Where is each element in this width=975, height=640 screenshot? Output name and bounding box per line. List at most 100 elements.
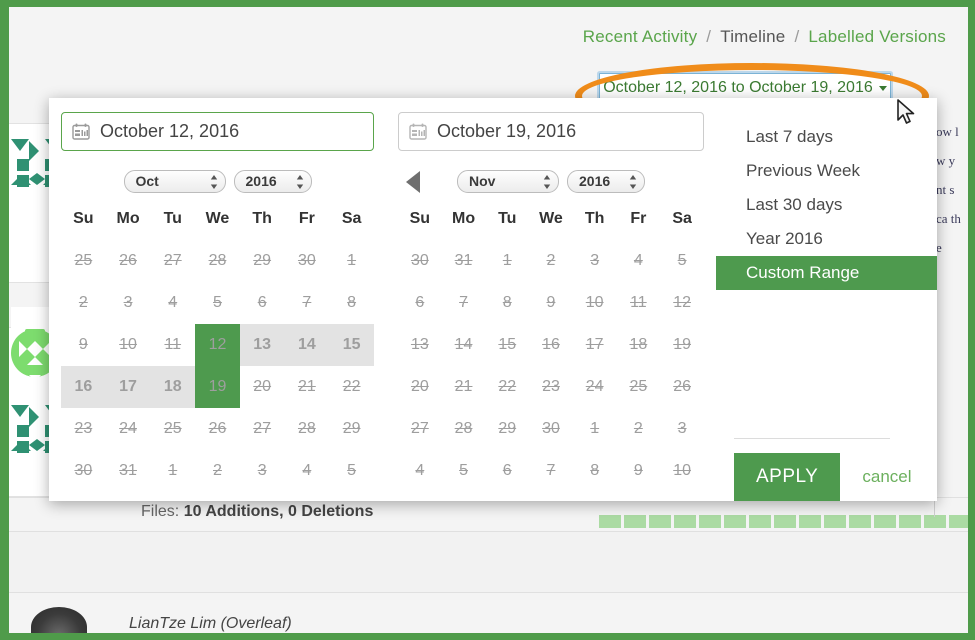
calendar-day-cell[interactable]: 18 — [150, 366, 196, 408]
calendar-day-cell[interactable]: 3 — [106, 282, 151, 324]
calendar-day-cell[interactable]: 31 — [442, 240, 486, 282]
calendar-day-cell[interactable]: 23 — [529, 366, 573, 408]
calendar-day-cell[interactable]: 13 — [239, 324, 285, 366]
calendar-day-cell[interactable]: 4 — [150, 282, 195, 324]
calendar-day-cell[interactable]: 20 — [240, 366, 285, 408]
calendar-day-cell[interactable]: 16 — [529, 324, 573, 366]
calendar-day-cell[interactable]: 18 — [617, 324, 661, 366]
calendar-day-cell[interactable]: 4 — [617, 240, 661, 282]
left-month-select[interactable]: Oct — [123, 169, 226, 193]
calendar-day-cell[interactable]: 10 — [660, 450, 704, 492]
calendar-day-cell[interactable]: 5 — [442, 450, 486, 492]
calendar-day-cell[interactable]: 4 — [285, 450, 330, 492]
calendar-day-cell[interactable]: 19 — [660, 324, 704, 366]
right-year-select[interactable]: 2016 — [567, 169, 645, 193]
triangle-left-icon[interactable] — [406, 171, 420, 193]
calendar-day-cell[interactable]: 21 — [442, 366, 486, 408]
calendar-day-cell[interactable]: 31 — [106, 450, 151, 492]
calendar-day-cell[interactable]: 6 — [398, 282, 442, 324]
calendar-day-cell[interactable]: 5 — [329, 450, 374, 492]
preset-range-year-2016[interactable]: Year 2016 — [716, 222, 937, 256]
calendar-day-cell[interactable]: 15 — [485, 324, 529, 366]
calendar-day-cell[interactable]: 24 — [106, 408, 151, 450]
calendar-day-cell[interactable]: 14 — [442, 324, 486, 366]
calendar-day-cell[interactable]: 6 — [240, 282, 285, 324]
calendar-day-cell[interactable]: 2 — [529, 240, 573, 282]
calendar-day-cell[interactable]: 11 — [617, 282, 661, 324]
preset-range-previous-week[interactable]: Previous Week — [716, 154, 937, 188]
calendar-day-cell[interactable]: 1 — [329, 240, 374, 282]
calendar-day-cell[interactable]: 1 — [485, 240, 529, 282]
right-calendar-grid[interactable]: Su Mo Tu We Th Fr Sa 30 31 1 2 3 4 5 6 7 8 9 10 11 12 13 14 15 1… — [398, 204, 704, 492]
calendar-day-cell[interactable]: 13 — [398, 324, 442, 366]
calendar-day-cell[interactable]: 20 — [398, 366, 442, 408]
calendar-day-cell[interactable]: 29 — [329, 408, 374, 450]
calendar-day-cell[interactable]: 3 — [660, 408, 704, 450]
calendar-day-cell[interactable]: 1 — [150, 450, 195, 492]
calendar-day-cell[interactable]: 8 — [573, 450, 617, 492]
calendar-day-cell[interactable]: 24 — [573, 366, 617, 408]
calendar-day-cell[interactable]: 12 — [195, 324, 240, 366]
calendar-day-cell[interactable]: 25 — [617, 366, 661, 408]
calendar-day-cell[interactable]: 5 — [195, 282, 240, 324]
calendar-day-cell[interactable]: 22 — [485, 366, 529, 408]
calendar-day-cell[interactable]: 15 — [329, 324, 374, 366]
calendar-day-cell[interactable]: 19 — [195, 366, 240, 408]
calendar-day-cell[interactable]: 7 — [529, 450, 573, 492]
end-date-input[interactable]: October 19, 2016 — [398, 112, 704, 151]
calendar-day-cell[interactable]: 17 — [105, 366, 151, 408]
calendar-day-cell[interactable]: 23 — [61, 408, 106, 450]
breadcrumb-item-recent-activity[interactable]: Recent Activity — [583, 27, 698, 46]
calendar-day-cell[interactable]: 29 — [240, 240, 285, 282]
calendar-day-cell[interactable]: 26 — [195, 408, 240, 450]
calendar-day-cell[interactable]: 6 — [485, 450, 529, 492]
calendar-day-cell[interactable]: 26 — [660, 366, 704, 408]
calendar-day-cell[interactable]: 26 — [106, 240, 151, 282]
calendar-day-cell[interactable]: 3 — [240, 450, 285, 492]
calendar-day-cell[interactable]: 1 — [573, 408, 617, 450]
calendar-day-cell[interactable]: 29 — [485, 408, 529, 450]
cancel-link[interactable]: cancel — [862, 467, 911, 487]
calendar-day-cell[interactable]: 2 — [61, 282, 106, 324]
left-year-select[interactable]: 2016 — [233, 169, 312, 193]
calendar-day-cell[interactable]: 14 — [284, 324, 330, 366]
calendar-day-cell[interactable]: 2 — [617, 408, 661, 450]
calendar-day-cell[interactable]: 22 — [329, 366, 374, 408]
calendar-day-cell[interactable]: 30 — [398, 240, 442, 282]
calendar-day-cell[interactable]: 28 — [442, 408, 486, 450]
calendar-day-cell[interactable]: 7 — [285, 282, 330, 324]
left-calendar-grid[interactable]: Su Mo Tu We Th Fr Sa 25 26 27 28 29 30 1 2 3 4 5 6 7 8 9 10 11 1… — [61, 204, 374, 492]
preset-range-last-30-days[interactable]: Last 30 days — [716, 188, 937, 222]
right-month-select[interactable]: Nov — [457, 169, 559, 193]
breadcrumb-item-labelled-versions[interactable]: Labelled Versions — [808, 27, 946, 46]
calendar-day-cell[interactable]: 28 — [285, 408, 330, 450]
calendar-day-cell[interactable]: 25 — [150, 408, 195, 450]
calendar-day-cell[interactable]: 2 — [195, 450, 240, 492]
start-date-input[interactable]: October 12, 2016 — [61, 112, 374, 151]
calendar-day-cell[interactable]: 8 — [485, 282, 529, 324]
calendar-day-cell[interactable]: 9 — [617, 450, 661, 492]
calendar-day-cell[interactable]: 27 — [150, 240, 195, 282]
preset-range-custom-range[interactable]: Custom Range — [716, 256, 937, 290]
apply-button[interactable]: APPLY — [734, 453, 841, 501]
calendar-day-cell[interactable]: 9 — [529, 282, 573, 324]
calendar-day-cell[interactable]: 5 — [660, 240, 704, 282]
calendar-day-cell[interactable]: 28 — [195, 240, 240, 282]
calendar-day-cell[interactable]: 30 — [61, 450, 106, 492]
calendar-day-cell[interactable]: 8 — [329, 282, 374, 324]
calendar-day-cell[interactable]: 10 — [106, 324, 151, 366]
calendar-day-cell[interactable]: 21 — [285, 366, 330, 408]
calendar-day-cell[interactable]: 30 — [529, 408, 573, 450]
calendar-day-cell[interactable]: 27 — [398, 408, 442, 450]
calendar-day-cell[interactable]: 17 — [573, 324, 617, 366]
calendar-day-cell[interactable]: 25 — [61, 240, 106, 282]
preset-range-last-7-days[interactable]: Last 7 days — [716, 120, 937, 154]
calendar-day-cell[interactable]: 30 — [285, 240, 330, 282]
calendar-day-cell[interactable]: 9 — [61, 324, 106, 366]
calendar-day-cell[interactable]: 16 — [61, 366, 106, 408]
calendar-day-cell[interactable]: 3 — [573, 240, 617, 282]
calendar-day-cell[interactable]: 10 — [573, 282, 617, 324]
calendar-day-cell[interactable]: 27 — [240, 408, 285, 450]
calendar-day-cell[interactable]: 4 — [398, 450, 442, 492]
calendar-day-cell[interactable]: 11 — [150, 324, 195, 366]
